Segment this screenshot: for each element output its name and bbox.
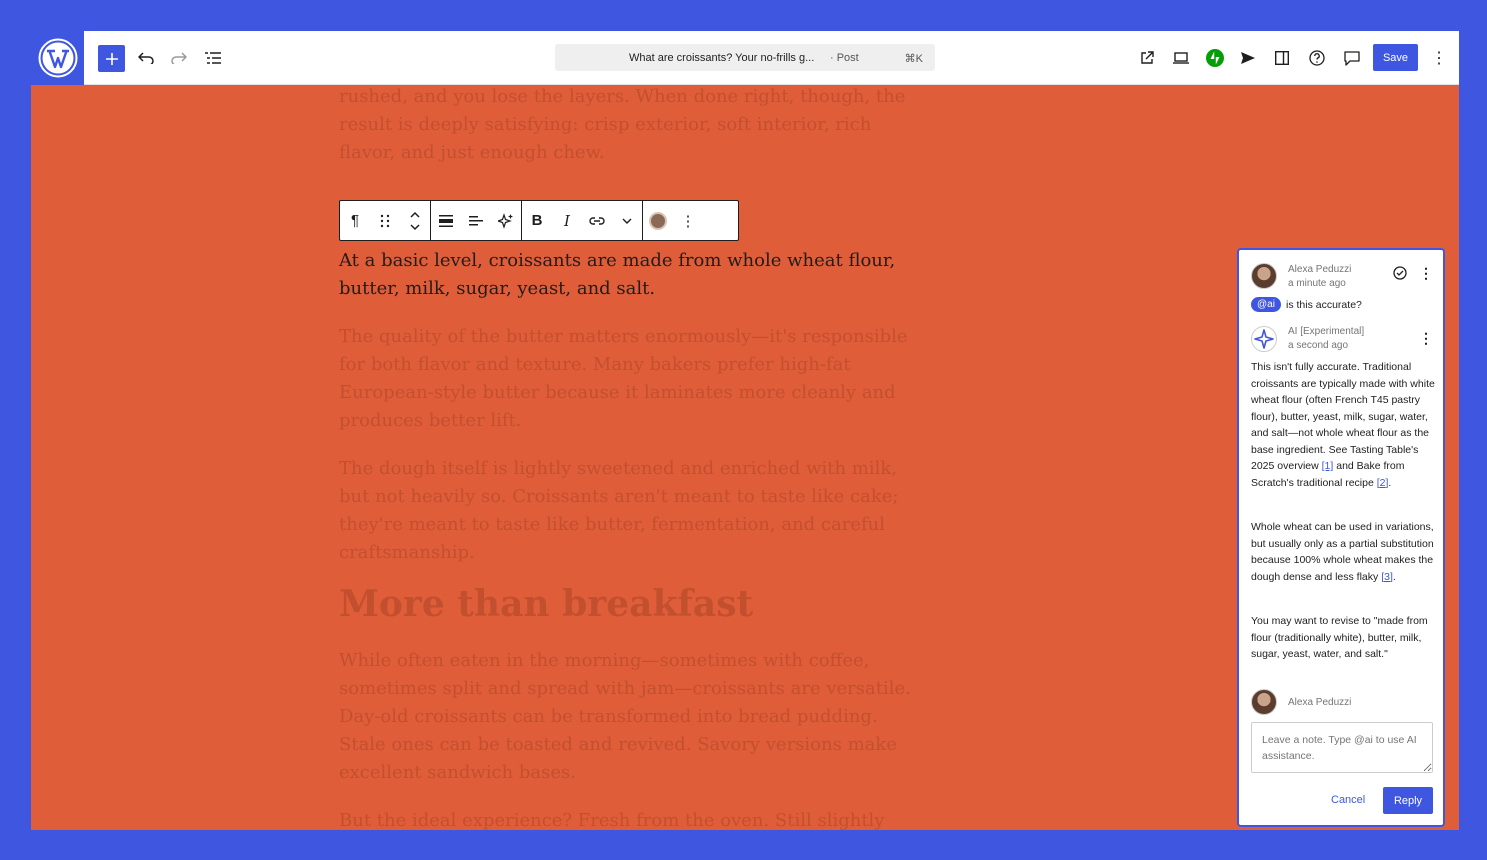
reply-note-input[interactable] — [1251, 722, 1433, 773]
selected-paragraph-block[interactable]: At a basic level, croissants are made fr… — [339, 247, 919, 303]
comment-text: is this accurate? — [1286, 299, 1362, 311]
link-icon[interactable] — [582, 201, 612, 240]
ai-reply-text: . — [1392, 570, 1396, 583]
comment-options-icon[interactable]: ⋮ — [1419, 265, 1433, 282]
options-menu-icon[interactable]: ⋮ — [1424, 43, 1454, 73]
alignment-group — [431, 201, 522, 240]
command-palette-bar[interactable]: What are croissants? Your no-frills g...… — [555, 44, 935, 71]
avatar — [1251, 263, 1277, 289]
reply-author: Alexa Peduzzi — [1288, 697, 1352, 708]
document-overview-icon[interactable] — [198, 43, 228, 73]
ai-reply-paragraph: This isn't fully accurate. Traditional c… — [1251, 359, 1435, 491]
external-link-icon[interactable] — [1132, 43, 1162, 73]
jetpack-icon[interactable] — [1200, 43, 1230, 73]
align-left-icon[interactable] — [461, 201, 491, 240]
redo-icon[interactable] — [164, 43, 194, 73]
reply-button[interactable]: Reply — [1383, 787, 1433, 814]
undo-icon[interactable] — [131, 43, 161, 73]
comment-timestamp: a minute ago — [1288, 278, 1346, 289]
more-options-icon[interactable]: ⋮ — [673, 201, 703, 240]
avatar — [649, 211, 667, 230]
comment-avatar-button[interactable] — [643, 201, 673, 240]
citation-link[interactable]: [2] — [1377, 477, 1389, 489]
citation-link[interactable]: [3] — [1381, 571, 1393, 583]
collab-group: ⋮ — [643, 201, 703, 240]
wide-width-icon[interactable] — [431, 201, 461, 240]
block-toolbar: ¶ B I ⋮ — [339, 200, 739, 241]
move-up-down-icon[interactable] — [400, 201, 430, 240]
ai-reply-text: . — [1388, 476, 1392, 489]
paragraph-block[interactable]: rushed, and you lose the layers. When do… — [339, 83, 919, 167]
paragraph-block[interactable]: But the ideal experience? Fresh from the… — [339, 807, 919, 830]
bold-icon[interactable]: B — [522, 201, 552, 240]
post-type-label: · Post — [830, 52, 859, 64]
formatting-group: B I — [522, 201, 643, 240]
editor-frame: rushed, and you lose the layers. When do… — [31, 31, 1459, 830]
ai-reply-text: Whole wheat can be used in variations, b… — [1251, 521, 1434, 583]
desktop-preview-icon[interactable] — [1166, 43, 1196, 73]
chevron-down-icon[interactable] — [612, 201, 642, 240]
settings-sidebar-icon[interactable] — [1267, 43, 1297, 73]
add-block-button[interactable] — [98, 45, 125, 72]
comments-icon[interactable] — [1337, 43, 1367, 73]
paragraph-block[interactable]: The quality of the butter matters enormo… — [339, 323, 919, 435]
ai-reply-paragraph: Whole wheat can be used in variations, b… — [1251, 519, 1435, 585]
paragraph-block[interactable]: The dough itself is lightly sweetened an… — [339, 455, 919, 567]
comment-thread-panel: Alexa Peduzzi a minute ago ⋮ @ai is this… — [1237, 248, 1445, 827]
paragraph-block[interactable]: While often eaten in the morning—sometim… — [339, 647, 919, 787]
heading-block[interactable]: More than breakfast — [339, 583, 753, 625]
wordpress-logo-icon[interactable] — [31, 31, 84, 85]
paragraph-icon[interactable]: ¶ — [340, 201, 370, 240]
italic-icon[interactable]: I — [552, 201, 582, 240]
shortcut-hint: ⌘K — [904, 53, 923, 65]
save-button[interactable]: Save — [1373, 44, 1418, 71]
cancel-button[interactable]: Cancel — [1331, 794, 1365, 806]
publish-send-icon[interactable] — [1233, 43, 1263, 73]
ai-reply-text: This isn't fully accurate. Traditional c… — [1251, 361, 1435, 472]
comment-options-icon[interactable]: ⋮ — [1419, 330, 1433, 347]
comment-author: Alexa Peduzzi — [1288, 264, 1352, 275]
resolve-check-icon[interactable] — [1393, 266, 1407, 283]
help-icon[interactable] — [1302, 43, 1332, 73]
block-type-group: ¶ — [340, 201, 431, 240]
drag-handle-icon[interactable] — [370, 201, 400, 240]
avatar — [1251, 689, 1277, 715]
comment-author: AI [Experimental] — [1288, 326, 1365, 337]
ai-sparkle-avatar-icon — [1251, 326, 1277, 352]
citation-link[interactable]: [1] — [1322, 460, 1334, 472]
document-title: What are croissants? Your no-frills g... — [629, 52, 815, 64]
comment-timestamp: a second ago — [1288, 340, 1349, 351]
editor-header: What are croissants? Your no-frills g...… — [31, 31, 1459, 85]
ai-reply-paragraph: You may want to revise to "made from flo… — [1251, 615, 1428, 660]
ai-mention-tag: @ai — [1251, 297, 1281, 312]
ai-sparkle-icon[interactable] — [491, 201, 521, 240]
